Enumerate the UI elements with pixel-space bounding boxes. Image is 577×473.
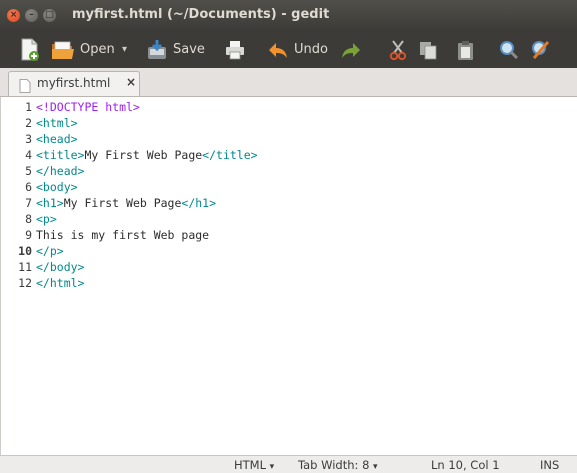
doctype-token: <!DOCTYPE html> xyxy=(36,100,140,114)
minimize-icon: – xyxy=(29,10,34,20)
tag-token: </html> xyxy=(36,276,85,290)
tab-myfirst-html[interactable]: myfirst.html × xyxy=(8,71,140,96)
tab-close-icon[interactable]: × xyxy=(126,75,136,89)
open-recent-dropdown[interactable]: ▾ xyxy=(122,31,127,68)
insert-mode: INS xyxy=(540,458,560,472)
tab-strip: myfirst.html × xyxy=(0,68,577,97)
replace-icon xyxy=(532,40,550,59)
line-number: 12 xyxy=(18,276,32,290)
search-button[interactable] xyxy=(498,31,520,68)
line-number-gutter: 1 2 3 4 5 6 7 8 9 10 11 12 xyxy=(1,97,34,455)
line-number: 6 xyxy=(25,180,32,194)
save-icon xyxy=(148,39,166,59)
tab-width-label: Tab Width: 8 xyxy=(298,458,370,472)
print-button[interactable] xyxy=(224,31,246,68)
language-selector[interactable]: HTML ▾ xyxy=(234,458,274,472)
cut-icon xyxy=(389,39,407,60)
line-number: 10 xyxy=(18,244,32,258)
code-line: This is my first Web page xyxy=(36,227,209,243)
code-line: </p> xyxy=(36,243,64,259)
tag-token: <h1> xyxy=(36,196,64,210)
line-number: 4 xyxy=(25,148,32,162)
code-line: <html> xyxy=(36,115,78,131)
code-line: <h1>My First Web Page</h1> xyxy=(36,195,216,211)
tab-label: myfirst.html xyxy=(37,76,111,90)
text-editor[interactable]: 1 2 3 4 5 6 7 8 9 10 11 12 <!DOCTYPE html> <html> <he… xyxy=(0,97,577,455)
save-button[interactable]: Save xyxy=(146,31,205,68)
minimize-window-button[interactable]: – xyxy=(25,9,38,22)
close-window-button[interactable]: × xyxy=(7,9,20,22)
toolbar: Open ▾ Save Undo xyxy=(0,31,577,68)
search-icon xyxy=(500,40,519,59)
open-button[interactable]: Open xyxy=(51,31,115,68)
line-number: 11 xyxy=(18,260,32,274)
document-icon xyxy=(19,78,31,97)
line-number: 7 xyxy=(25,196,32,210)
code-line: </head> xyxy=(36,163,84,179)
redo-icon xyxy=(342,42,360,58)
line-number: 1 xyxy=(25,100,32,114)
tag-token: </title> xyxy=(202,148,258,162)
tag-token: <head> xyxy=(36,132,78,146)
undo-icon xyxy=(269,42,287,58)
code-line: <body> xyxy=(36,179,78,195)
code-line: </body> xyxy=(36,259,84,275)
tag-token: <html> xyxy=(36,116,78,130)
tag-token: </h1> xyxy=(181,196,217,210)
code-line: <title>My First Web Page</title> xyxy=(36,147,258,163)
maximize-window-button[interactable]: □ xyxy=(43,9,56,22)
save-label: Save xyxy=(173,42,205,57)
tag-token: </head> xyxy=(36,164,85,178)
chevron-down-icon: ▾ xyxy=(269,462,275,472)
paste-button[interactable] xyxy=(456,31,476,68)
paste-icon xyxy=(458,40,473,60)
line-number: 9 xyxy=(25,228,32,242)
tag-token: <body> xyxy=(36,180,78,194)
undo-button[interactable]: Undo xyxy=(267,31,328,68)
window-title: myfirst.html (~/Documents) - gedit xyxy=(72,7,330,22)
language-label: HTML xyxy=(234,458,267,472)
text-token: This is my first Web page xyxy=(36,228,210,242)
open-label: Open xyxy=(80,42,115,57)
cursor-position: Ln 10, Col 1 xyxy=(431,458,500,472)
tag-token: <title> xyxy=(36,148,85,162)
line-number: 5 xyxy=(25,164,32,178)
chevron-down-icon: ▾ xyxy=(373,462,378,472)
copy-icon xyxy=(420,41,437,59)
line-number: 8 xyxy=(25,212,32,226)
new-document-button[interactable] xyxy=(20,31,40,68)
text-token: My First Web Page xyxy=(63,196,182,210)
tag-token: <p> xyxy=(36,212,57,226)
redo-button[interactable] xyxy=(340,31,362,68)
tag-token: </p> xyxy=(36,244,64,258)
status-bar: HTML ▾ Tab Width: 8 ▾ Ln 10, Col 1 INS xyxy=(0,455,577,473)
search-replace-button[interactable] xyxy=(530,31,552,68)
new-document-icon xyxy=(21,38,39,61)
maximize-icon: □ xyxy=(45,10,54,20)
print-icon xyxy=(226,40,244,59)
undo-label: Undo xyxy=(294,42,328,57)
tab-width-selector[interactable]: Tab Width: 8 ▾ xyxy=(298,458,378,472)
close-icon: × xyxy=(9,10,18,20)
code-line: <p> xyxy=(36,211,57,227)
line-number: 3 xyxy=(25,132,32,146)
cut-button[interactable] xyxy=(388,31,408,68)
copy-button[interactable] xyxy=(418,31,438,68)
tag-token: </body> xyxy=(36,260,85,274)
title-bar: × – □ myfirst.html (~/Documents) - gedit xyxy=(0,0,577,31)
text-token: My First Web Page xyxy=(84,148,203,162)
code-line: <!DOCTYPE html> xyxy=(36,99,140,115)
gedit-window: × – □ myfirst.html (~/Documents) - gedit xyxy=(0,0,577,473)
chevron-down-icon: ▾ xyxy=(122,44,128,55)
line-number: 2 xyxy=(25,116,32,130)
code-line: <head> xyxy=(36,131,78,147)
open-folder-icon xyxy=(52,41,74,59)
code-line: </html> xyxy=(36,275,84,291)
